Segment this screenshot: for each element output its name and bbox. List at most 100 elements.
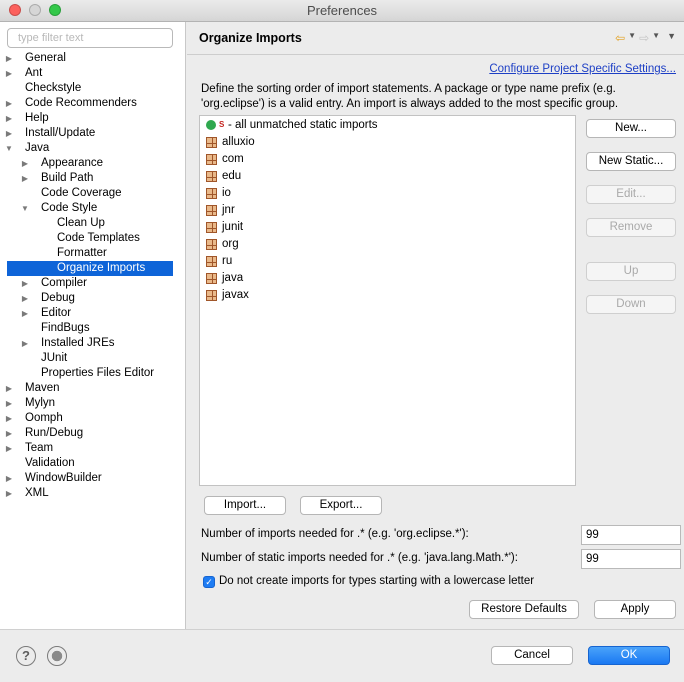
package-icon [206, 239, 217, 250]
import-group-row[interactable]: alluxio [200, 134, 575, 151]
sidebar-item-java[interactable]: ▼ Java [0, 141, 186, 156]
edit-button[interactable]: Edit... [586, 185, 676, 204]
import-button[interactable]: Import... [204, 496, 286, 515]
sidebar-item-formatter[interactable]: Formatter [0, 246, 186, 261]
sidebar-item-build-path[interactable]: ▶ Build Path [0, 171, 186, 186]
collapsed-chevron-icon[interactable]: ▶ [20, 156, 30, 171]
package-icon [206, 154, 217, 165]
import-group-row[interactable]: jnr [200, 202, 575, 219]
collapsed-chevron-icon[interactable]: ▶ [4, 426, 14, 441]
sidebar-item-label: Help [25, 112, 49, 124]
collapsed-chevron-icon[interactable]: ▶ [4, 66, 14, 81]
sidebar-item-organize-imports[interactable]: Organize Imports [7, 261, 173, 276]
sidebar-item-mylyn[interactable]: ▶ Mylyn [0, 396, 186, 411]
collapsed-chevron-icon[interactable]: ▶ [20, 276, 30, 291]
collapsed-chevron-icon[interactable]: ▶ [4, 441, 14, 456]
configure-project-settings-link[interactable]: Configure Project Specific Settings... [489, 63, 676, 75]
import-group-row[interactable]: javax [200, 287, 575, 304]
help-icon[interactable]: ? [16, 646, 36, 666]
sidebar-item-label: Code Recommenders [25, 97, 137, 109]
sidebar-item-label: FindBugs [41, 322, 90, 334]
sidebar-item-properties-files-editor[interactable]: Properties Files Editor [0, 366, 186, 381]
import-group-label: io [222, 187, 231, 199]
collapsed-chevron-icon[interactable]: ▶ [4, 126, 14, 141]
static-marker-icon: S [219, 120, 225, 129]
lowercase-checkbox[interactable]: ✓ [203, 576, 215, 588]
sidebar-item-team[interactable]: ▶ Team [0, 441, 186, 456]
new-button[interactable]: New... [586, 119, 676, 138]
sidebar-item-label: Code Templates [57, 232, 140, 244]
sidebar-item-compiler[interactable]: ▶ Compiler [0, 276, 186, 291]
sidebar-item-editor[interactable]: ▶ Editor [0, 306, 186, 321]
import-group-row[interactable]: com [200, 151, 575, 168]
sidebar-item-help[interactable]: ▶ Help [0, 111, 186, 126]
forward-arrow-icon[interactable]: ⇨ [639, 31, 649, 45]
restore-defaults-button[interactable]: Restore Defaults [469, 600, 579, 619]
collapsed-chevron-icon[interactable]: ▶ [4, 486, 14, 501]
sidebar-item-junit[interactable]: JUnit [0, 351, 186, 366]
sidebar-item-oomph[interactable]: ▶ Oomph [0, 411, 186, 426]
sidebar-item-code-templates[interactable]: Code Templates [0, 231, 186, 246]
import-group-row[interactable]: org [200, 236, 575, 253]
back-history-chevron-down-icon[interactable]: ▼ [628, 31, 636, 45]
import-group-row[interactable]: ru [200, 253, 575, 270]
sidebar-item-ant[interactable]: ▶ Ant [0, 66, 186, 81]
apply-button[interactable]: Apply [594, 600, 676, 619]
import-group-row[interactable]: junit [200, 219, 575, 236]
sidebar-item-windowbuilder[interactable]: ▶ WindowBuilder [0, 471, 186, 486]
sidebar-item-debug[interactable]: ▶ Debug [0, 291, 186, 306]
import-groups-list[interactable]: S- all unmatched static imports alluxio co… [199, 115, 576, 486]
import-export-preferences-icon[interactable] [47, 646, 67, 666]
export-button[interactable]: Export... [300, 496, 382, 515]
expanded-chevron-icon[interactable]: ▼ [20, 201, 30, 216]
sidebar-item-install-update[interactable]: ▶ Install/Update [0, 126, 186, 141]
description-text: Define the sorting order of import state… [201, 83, 619, 110]
sidebar-item-xml[interactable]: ▶ XML [0, 486, 186, 501]
import-group-row[interactable]: io [200, 185, 575, 202]
collapsed-chevron-icon[interactable]: ▶ [4, 51, 14, 66]
package-icon [206, 205, 217, 216]
collapsed-chevron-icon[interactable]: ▶ [4, 111, 14, 126]
menu-icon[interactable]: ▼ [667, 31, 676, 45]
sidebar-item-installed-jres[interactable]: ▶ Installed JREs [0, 336, 186, 351]
sidebar-item-clean-up[interactable]: Clean Up [0, 216, 186, 231]
sidebar-item-code-recommenders[interactable]: ▶ Code Recommenders [0, 96, 186, 111]
import-group-row[interactable]: java [200, 270, 575, 287]
filter-input[interactable] [7, 28, 173, 48]
sidebar-item-code-coverage[interactable]: Code Coverage [0, 186, 186, 201]
cancel-button[interactable]: Cancel [491, 646, 573, 665]
import-group-row[interactable]: S- all unmatched static imports [200, 117, 575, 134]
sidebar-item-label: Checkstyle [25, 82, 82, 94]
sidebar-item-validation[interactable]: Validation [0, 456, 186, 471]
remove-button[interactable]: Remove [586, 218, 676, 237]
down-button[interactable]: Down [586, 295, 676, 314]
collapsed-chevron-icon[interactable]: ▶ [20, 336, 30, 351]
import-group-label: java [222, 272, 244, 284]
sidebar-item-code-style[interactable]: ▼ Code Style [0, 201, 186, 216]
sidebar-item-label: JUnit [41, 352, 68, 364]
collapsed-chevron-icon[interactable]: ▶ [20, 171, 30, 186]
collapsed-chevron-icon[interactable]: ▶ [20, 291, 30, 306]
expanded-chevron-icon[interactable]: ▼ [4, 141, 14, 156]
up-button[interactable]: Up [586, 262, 676, 281]
new-static-button[interactable]: New Static... [586, 152, 676, 171]
import-group-row[interactable]: edu [200, 168, 575, 185]
collapsed-chevron-icon[interactable]: ▶ [4, 381, 14, 396]
static-threshold-input[interactable] [581, 549, 681, 569]
sidebar-item-general[interactable]: ▶ General [0, 51, 186, 66]
collapsed-chevron-icon[interactable]: ▶ [4, 96, 14, 111]
forward-history-chevron-down-icon[interactable]: ▼ [652, 31, 660, 45]
imports-threshold-input[interactable] [581, 525, 681, 545]
sidebar-item-checkstyle[interactable]: Checkstyle [0, 81, 186, 96]
sidebar-item-appearance[interactable]: ▶ Appearance [0, 156, 186, 171]
collapsed-chevron-icon[interactable]: ▶ [20, 306, 30, 321]
collapsed-chevron-icon[interactable]: ▶ [4, 411, 14, 426]
ok-button[interactable]: OK [588, 646, 670, 665]
collapsed-chevron-icon[interactable]: ▶ [4, 396, 14, 411]
sidebar-item-findbugs[interactable]: FindBugs [0, 321, 186, 336]
collapsed-chevron-icon[interactable]: ▶ [4, 471, 14, 486]
back-arrow-icon[interactable]: ⇦ [615, 31, 625, 45]
sidebar-item-label: Debug [41, 292, 75, 304]
sidebar-item-run-debug[interactable]: ▶ Run/Debug [0, 426, 186, 441]
sidebar-item-maven[interactable]: ▶ Maven [0, 381, 186, 396]
